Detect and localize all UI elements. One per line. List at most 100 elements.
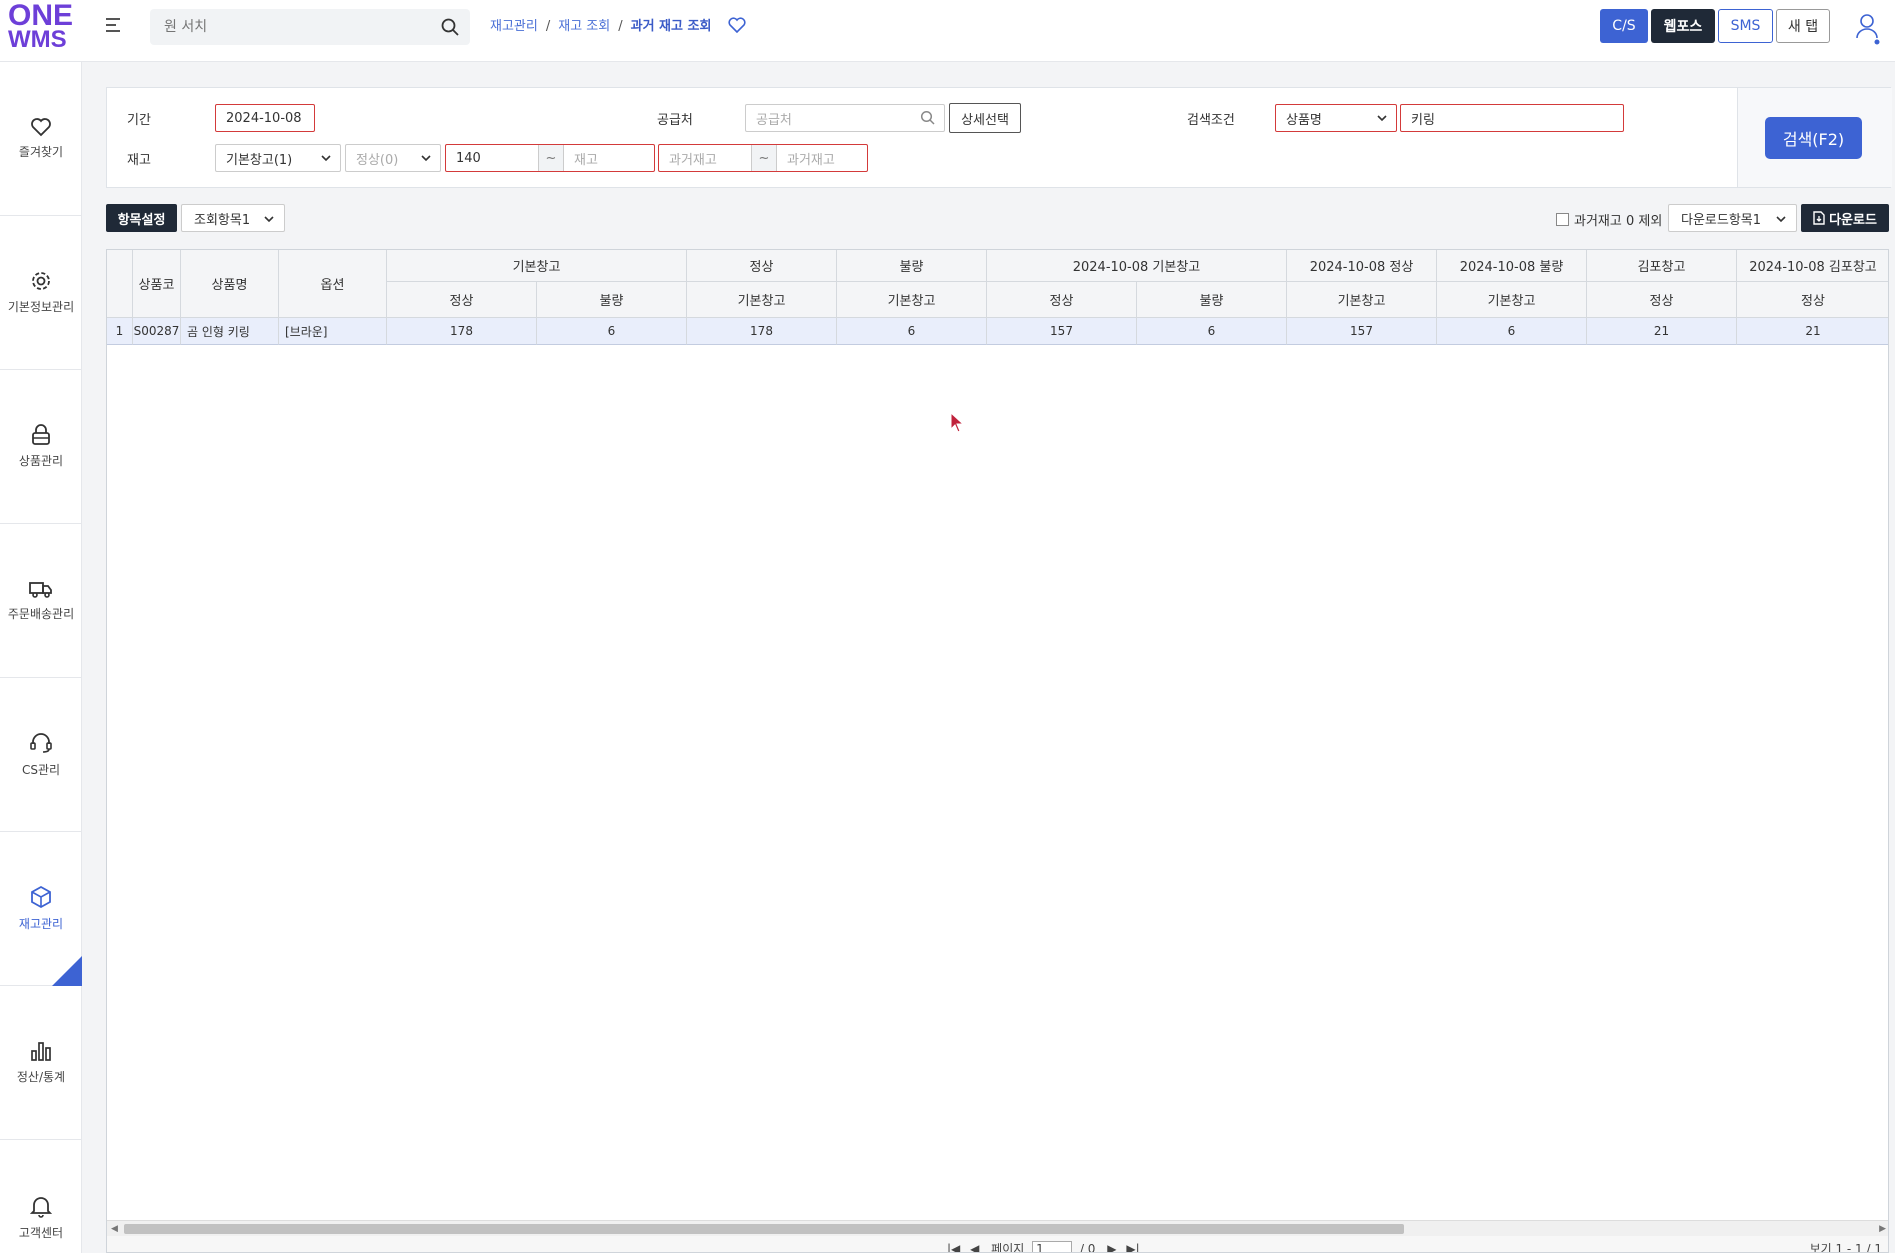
download-button-label: 다운로드 bbox=[1829, 212, 1877, 228]
condition-select[interactable]: 상품명 bbox=[1275, 104, 1397, 132]
webpos-button[interactable]: 웹포스 bbox=[1651, 9, 1715, 43]
cell-option: [브라운] bbox=[279, 318, 387, 345]
page-label: 페이지 bbox=[991, 1242, 1025, 1253]
group-header: 2024-10-08 정상 bbox=[1287, 250, 1437, 282]
column-header[interactable]: 불량 bbox=[1137, 282, 1287, 318]
logo-line2: WMS bbox=[8, 26, 67, 53]
past-stock-to-input[interactable]: 과거재고 bbox=[777, 149, 835, 168]
scroll-left-arrow-icon[interactable]: ◀ bbox=[111, 1224, 118, 1234]
search-icon[interactable] bbox=[440, 17, 460, 37]
condition-value-input[interactable]: 키링 bbox=[1400, 104, 1624, 132]
supplier-input[interactable]: 공급처 bbox=[745, 104, 945, 132]
warehouse-select[interactable]: 기본창고(1) bbox=[215, 144, 341, 172]
cell-value: 6 bbox=[837, 318, 987, 345]
file-download-icon bbox=[1813, 211, 1825, 225]
cell-name: 곰 인형 키링 bbox=[181, 318, 279, 345]
stock-from-input[interactable]: 140 bbox=[446, 151, 538, 166]
download-button[interactable]: 다운로드 bbox=[1801, 204, 1889, 232]
search-button[interactable]: 검색(F2) bbox=[1765, 117, 1862, 159]
exclude-zero-checkbox[interactable]: 과거재고 0 제외 bbox=[1556, 210, 1662, 229]
stock-to-input[interactable]: 재고 bbox=[564, 149, 598, 168]
sidebar-item-favorites[interactable]: 즐겨찾기 bbox=[0, 62, 82, 216]
status-select-value: 정상(0) bbox=[356, 152, 399, 168]
status-select[interactable]: 정상(0) bbox=[345, 144, 441, 172]
first-page-icon[interactable]: |◀ bbox=[947, 1242, 960, 1252]
cell-value: 157 bbox=[987, 318, 1137, 345]
column-header[interactable]: 불량 bbox=[537, 282, 687, 318]
next-page-icon[interactable]: ▶ bbox=[1107, 1242, 1116, 1252]
detail-select-button[interactable]: 상세선택 bbox=[949, 103, 1021, 133]
supplier-label: 공급처 bbox=[657, 113, 693, 128]
sidebar-item-cs[interactable]: CS관리 bbox=[0, 678, 82, 832]
last-page-icon[interactable]: ▶| bbox=[1126, 1242, 1139, 1252]
breadcrumb: 재고관리 / 재고 조회 / 과거 재고 조회 bbox=[490, 15, 746, 37]
sidebar-item-settlement[interactable]: 정산/통계 bbox=[0, 986, 82, 1140]
box-icon bbox=[31, 885, 51, 909]
exclude-zero-label: 과거재고 0 제외 bbox=[1574, 214, 1663, 229]
column-header[interactable]: 기본창고 bbox=[1287, 282, 1437, 318]
condition-select-value: 상품명 bbox=[1286, 112, 1322, 128]
group-header: 불량 bbox=[837, 250, 987, 282]
horizontal-scrollbar[interactable]: ◀ ▶ bbox=[107, 1220, 1888, 1236]
column-header[interactable]: 기본창고 bbox=[1437, 282, 1587, 318]
sidebar-label: 즐겨찾기 bbox=[18, 145, 64, 159]
group-header: 기본창고 bbox=[387, 250, 687, 282]
user-profile-icon[interactable] bbox=[1855, 12, 1881, 50]
bag-icon bbox=[32, 424, 50, 445]
sidebar-item-order-shipping[interactable]: 주문배송관리 bbox=[0, 524, 82, 678]
search-filter-panel: 기간 2024-10-08 공급처 공급처 상세선택 검색조건 상품명 키링 재… bbox=[106, 87, 1892, 188]
stock-range: 140 ~ 재고 bbox=[445, 144, 655, 172]
column-header[interactable]: 기본창고 bbox=[837, 282, 987, 318]
past-stock-from-input[interactable]: 과거재고 bbox=[659, 149, 751, 168]
group-header: 정상 bbox=[687, 250, 837, 282]
column-header[interactable]: 정상 bbox=[1587, 282, 1737, 318]
cell-value: 21 bbox=[1587, 318, 1737, 345]
view-items-select[interactable]: 조회항목1 bbox=[181, 204, 285, 232]
scrollbar-thumb[interactable] bbox=[124, 1224, 1404, 1234]
sidebar-label: 기본정보관리 bbox=[7, 300, 75, 314]
cell-value: 6 bbox=[537, 318, 687, 345]
cs-button[interactable]: C/S bbox=[1600, 9, 1648, 43]
column-header-name[interactable]: 상품명 bbox=[181, 250, 279, 318]
favorite-heart-icon[interactable] bbox=[728, 17, 746, 37]
breadcrumb-item-stock-view[interactable]: 재고 조회 bbox=[558, 19, 610, 34]
sidebar-item-basic-info[interactable]: 기본정보관리 bbox=[0, 216, 82, 370]
column-header[interactable]: 정상 bbox=[987, 282, 1137, 318]
supplier-placeholder: 공급처 bbox=[756, 112, 792, 128]
column-header[interactable]: 정상 bbox=[387, 282, 537, 318]
column-header[interactable]: 정상 bbox=[1737, 282, 1888, 318]
page-total: / 0 bbox=[1079, 1242, 1096, 1253]
column-header[interactable]: 기본창고 bbox=[687, 282, 837, 318]
sidebar: 즐겨찾기 기본정보관리 상품관리 주문배송관리 CS관리 재고관리 정산/통계 … bbox=[0, 62, 82, 1253]
column-header-code[interactable]: 상품코 bbox=[133, 250, 181, 318]
sms-button[interactable]: SMS bbox=[1718, 9, 1773, 43]
truck-icon bbox=[29, 582, 52, 598]
sidebar-item-products[interactable]: 상품관리 bbox=[0, 370, 82, 524]
gear-icon bbox=[32, 272, 50, 290]
logo-line1: ONE bbox=[8, 0, 74, 32]
onewms-logo[interactable]: ONE WMS bbox=[8, 0, 74, 56]
download-items-select[interactable]: 다운로드항목1 bbox=[1668, 204, 1797, 232]
row-number: 1 bbox=[107, 318, 133, 345]
scroll-right-arrow-icon[interactable]: ▶ bbox=[1879, 1224, 1886, 1234]
period-date-input[interactable]: 2024-10-08 bbox=[215, 104, 315, 132]
stock-range-separator: ~ bbox=[538, 145, 564, 171]
menu-toggle-icon[interactable] bbox=[106, 18, 128, 36]
checkbox-box[interactable] bbox=[1556, 213, 1569, 226]
page-input[interactable]: 1 bbox=[1032, 1241, 1073, 1252]
cell-value: 6 bbox=[1137, 318, 1287, 345]
group-header: 2024-10-08 김포창고 bbox=[1737, 250, 1888, 282]
global-search-input[interactable] bbox=[150, 9, 410, 45]
past-range-separator: ~ bbox=[751, 145, 777, 171]
column-header-option[interactable]: 옵션 bbox=[279, 250, 387, 318]
prev-page-icon[interactable]: ◀ bbox=[970, 1242, 979, 1252]
download-items-select-value: 다운로드항목1 bbox=[1681, 212, 1762, 228]
warehouse-select-value: 기본창고(1) bbox=[226, 152, 293, 168]
new-tab-button[interactable]: 새 탭 bbox=[1776, 9, 1830, 43]
item-settings-button[interactable]: 항목설정 bbox=[106, 204, 177, 232]
breadcrumb-item-inventory[interactable]: 재고관리 bbox=[490, 19, 538, 34]
sidebar-item-customer-center[interactable]: 고객센터 bbox=[0, 1140, 82, 1253]
bar-chart-icon bbox=[31, 1042, 51, 1061]
chevron-down-icon bbox=[321, 155, 331, 162]
search-icon[interactable] bbox=[920, 110, 936, 126]
